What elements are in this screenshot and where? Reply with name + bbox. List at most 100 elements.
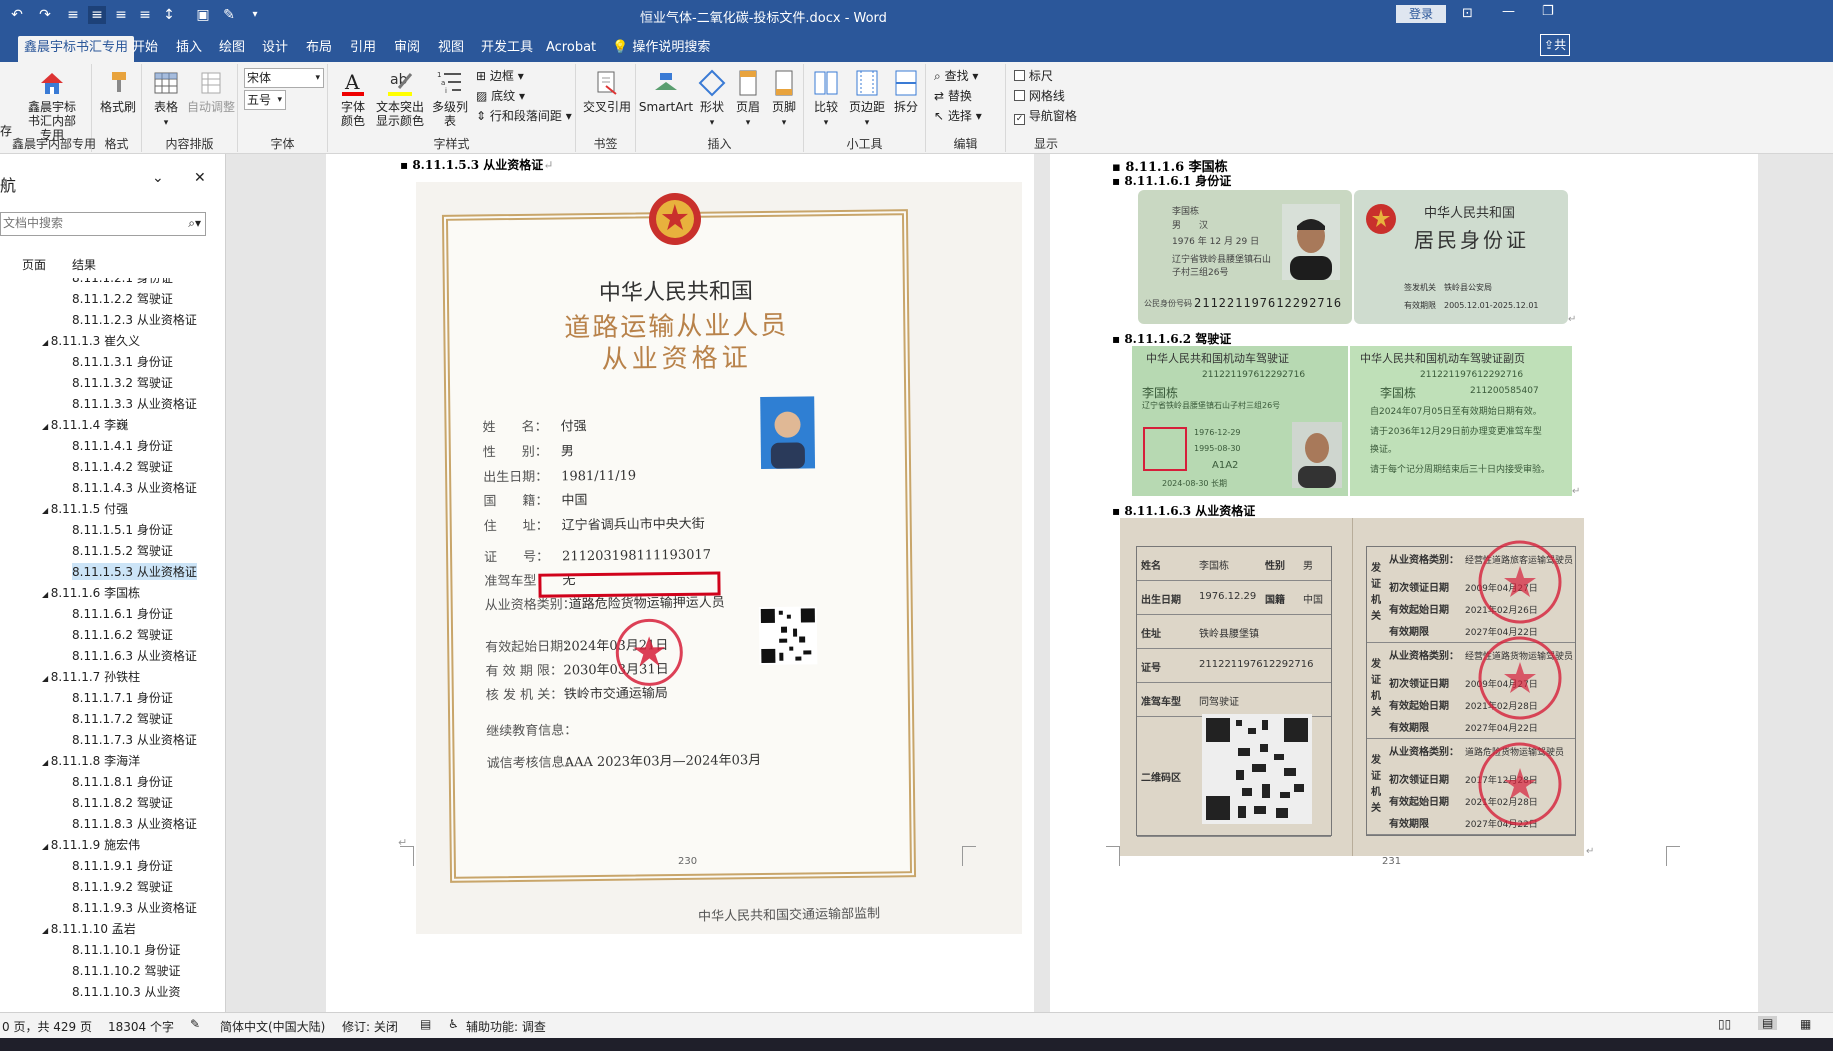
print-layout-icon[interactable]: ▤ (1758, 1016, 1778, 1030)
status-word-count[interactable]: 18304 个字 (108, 1018, 174, 1035)
nav-heading-level2[interactable]: 8.11.1.2.3 从业资格证 (72, 311, 197, 328)
nav-heading-level2[interactable]: 8.11.1.7.2 驾驶证 (72, 710, 173, 727)
nav-heading-level2[interactable]: 8.11.1.4.3 从业资格证 (72, 479, 197, 496)
tab-review[interactable]: 审阅 (388, 36, 426, 62)
nav-heading-level2[interactable]: 8.11.1.8.3 从业资格证 (72, 815, 197, 832)
web-layout-icon[interactable]: ▦ (1800, 1017, 1811, 1031)
undo-icon[interactable]: ↶ (8, 6, 26, 24)
collapse-triangle-icon[interactable]: ◢ (42, 758, 51, 767)
xcy-internal-button[interactable]: 鑫晨宇标书汇内部专用 (18, 68, 86, 142)
highlight-button[interactable]: ab 文本突出显示颜色 (374, 68, 426, 128)
status-page-count[interactable]: 0 页，共 429 页 (2, 1018, 92, 1035)
nav-heading-level2[interactable]: 8.11.1.3.3 从业资格证 (72, 395, 197, 412)
tab-home[interactable]: 开始 (126, 36, 164, 62)
shading-button[interactable]: ▨ 底纹 ▾ (476, 86, 525, 106)
shapes-button[interactable]: 形状 ▾ (694, 68, 730, 130)
login-button[interactable]: 登录 (1396, 5, 1446, 23)
autofit-button[interactable]: 自动调整 (186, 68, 236, 114)
nav-heading-level2[interactable]: 8.11.1.7.3 从业资格证 (72, 731, 197, 748)
tab-layout[interactable]: 布局 (300, 36, 338, 62)
share-button[interactable]: ⇪共 (1540, 34, 1570, 56)
font-color-button[interactable]: A 字体颜色 (332, 68, 374, 128)
nav-heading-level2[interactable]: 8.11.1.2.1 身份证 (72, 278, 173, 286)
smartart-button[interactable]: SmartArt (638, 68, 694, 114)
cross-reference-button[interactable]: 交叉引用 (580, 68, 634, 114)
compare-button[interactable]: 比较 ▾ (808, 68, 844, 130)
border-button[interactable]: ⊞ 边框 ▾ (476, 66, 524, 86)
nav-heading-level2[interactable]: 8.11.1.3.2 驾驶证 (72, 374, 173, 391)
nav-heading-level1[interactable]: ◢ 8.11.1.5 付强 (42, 500, 128, 517)
multilevel-list-button[interactable]: 1ai 多级列表 (428, 68, 472, 128)
ribbon-display-icon[interactable]: ⊡ (1462, 6, 1473, 21)
status-track-changes[interactable]: 修订: 关闭 (342, 1018, 398, 1035)
nav-heading-level1[interactable]: ◢ 8.11.1.8 李海洋 (42, 752, 140, 769)
nav-heading-level2[interactable]: 8.11.1.9.1 身份证 (72, 857, 173, 874)
format-painter-icon[interactable]: ✎ (220, 6, 238, 24)
nav-heading-level1[interactable]: ◢ 8.11.1.4 李巍 (42, 416, 128, 433)
tell-me-search[interactable]: 💡 操作说明搜索 (606, 36, 716, 62)
nav-heading-level1[interactable]: ◢ 8.11.1.6 李国栋 (42, 584, 140, 601)
ruler-checkbox[interactable]: 标尺 (1014, 66, 1053, 86)
nav-tab-results[interactable]: 结果 (72, 256, 96, 273)
read-mode-icon[interactable]: ▯▯ (1718, 1017, 1731, 1031)
collapse-triangle-icon[interactable]: ◢ (42, 338, 51, 347)
tab-view[interactable]: 视图 (432, 36, 470, 62)
align-left-icon[interactable]: ≡ (64, 6, 82, 24)
collapse-triangle-icon[interactable]: ◢ (42, 674, 51, 683)
font-size-select[interactable]: 五号 ▾ (244, 90, 286, 110)
save-icon[interactable]: ▣ (194, 6, 212, 24)
tab-developer[interactable]: 开发工具 (475, 36, 539, 62)
align-right-icon[interactable]: ≡ (112, 6, 130, 24)
close-icon[interactable]: ✕ (194, 170, 206, 186)
status-accessibility[interactable]: 辅助功能: 调查 (466, 1018, 546, 1035)
minimize-icon[interactable]: — (1502, 4, 1515, 19)
nav-heading-level2[interactable]: 8.11.1.4.2 驾驶证 (72, 458, 173, 475)
nav-heading-level2[interactable]: 8.11.1.4.1 身份证 (72, 437, 173, 454)
table-button[interactable]: 表格 ▾ (146, 68, 186, 130)
tab-xcy[interactable]: 鑫晨宇标书汇专用 (18, 36, 135, 62)
collapse-triangle-icon[interactable]: ◢ (42, 590, 51, 599)
header-button[interactable]: 页眉 ▾ (730, 68, 766, 130)
nav-heading-level1[interactable]: ◢ 8.11.1.9 施宏伟 (42, 836, 140, 853)
collapse-triangle-icon[interactable]: ◢ (42, 926, 51, 935)
tab-insert[interactable]: 插入 (170, 36, 208, 62)
nav-search-input[interactable] (1, 213, 171, 233)
nav-heading-level2[interactable]: 8.11.1.5.2 驾驶证 (72, 542, 173, 559)
nav-heading-level2[interactable]: 8.11.1.6.3 从业资格证 (72, 647, 197, 664)
restore-icon[interactable]: ❐ (1542, 4, 1554, 19)
footer-button[interactable]: 页脚 ▾ (766, 68, 802, 130)
tab-design[interactable]: 设计 (256, 36, 294, 62)
select-button[interactable]: ↖ 选择 ▾ (934, 106, 982, 126)
nav-tab-pages[interactable]: 页面 (22, 256, 46, 273)
tab-references[interactable]: 引用 (344, 36, 382, 62)
sub-heading-license[interactable]: ▪ 8.11.1.6.2 驾驶证 (1112, 330, 1231, 347)
replace-button[interactable]: ⇄ 替换 (934, 86, 972, 106)
nav-heading-level2[interactable]: 8.11.1.10.2 驾驶证 (72, 962, 181, 979)
search-icon[interactable]: ⌕▾ (188, 216, 201, 231)
page-heading[interactable]: ▪ 8.11.1.5.3 从业资格证↵ (400, 156, 553, 173)
find-button[interactable]: ⌕ 查找 ▾ (934, 66, 978, 86)
nav-heading-level2[interactable]: 8.11.1.10.1 身份证 (72, 941, 181, 958)
nav-options-icon[interactable]: ⌄ (152, 170, 164, 186)
proofing-icon[interactable]: ✎ (190, 1017, 200, 1031)
nav-heading-level2[interactable]: 8.11.1.2.2 驾驶证 (72, 290, 173, 307)
justify-icon[interactable]: ≡ (136, 6, 154, 24)
sub-heading-id[interactable]: ▪ 8.11.1.6.1 身份证 (1112, 172, 1231, 189)
nav-heading-level2[interactable]: 8.11.1.6.1 身份证 (72, 605, 173, 622)
nav-heading-level2[interactable]: 8.11.1.9.3 从业资格证 (72, 899, 197, 916)
nav-heading-level2[interactable]: 8.11.1.3.1 身份证 (72, 353, 173, 370)
nav-heading-level2[interactable]: 8.11.1.5.3 从业资格证 (72, 563, 197, 580)
collapse-triangle-icon[interactable]: ◢ (42, 422, 51, 431)
collapse-triangle-icon[interactable]: ◢ (42, 842, 51, 851)
tab-draw[interactable]: 绘图 (213, 36, 251, 62)
gridlines-checkbox[interactable]: 网格线 (1014, 86, 1065, 106)
nav-heading-level2[interactable]: 8.11.1.9.2 驾驶证 (72, 878, 173, 895)
macro-icon[interactable]: ▤ (420, 1017, 431, 1031)
tab-acrobat[interactable]: Acrobat (540, 36, 602, 62)
redo-icon[interactable]: ↷ (36, 6, 54, 24)
nav-heading-level2[interactable]: 8.11.1.8.2 驾驶证 (72, 794, 173, 811)
status-language[interactable]: 简体中文(中国大陆) (220, 1018, 325, 1035)
nav-pane-checkbox[interactable]: ✓ 导航窗格 (1014, 106, 1077, 126)
align-center-icon[interactable]: ≡ (88, 6, 106, 24)
nav-heading-level2[interactable]: 8.11.1.6.2 驾驶证 (72, 626, 173, 643)
